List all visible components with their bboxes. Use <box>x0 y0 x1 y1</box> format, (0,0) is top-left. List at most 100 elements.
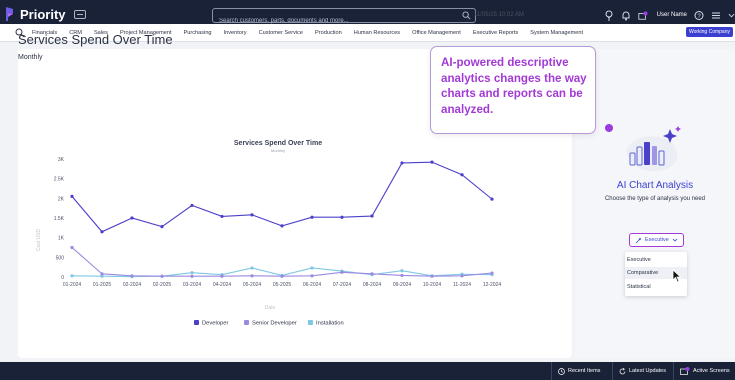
ai-panel-title: AI Chart Analysis <box>616 180 694 191</box>
menu-toggle-icon[interactable] <box>73 9 86 19</box>
data-point[interactable] <box>400 269 404 273</box>
menu-item-human-resources[interactable]: Human Resources <box>354 30 400 36</box>
x-tick-label: 07-2024 <box>333 282 352 288</box>
menu-item-inventory[interactable]: Inventory <box>224 30 247 36</box>
chevron-down-icon <box>672 238 678 242</box>
latest-updates-button[interactable]: Latest Updates <box>612 362 666 380</box>
y-tick-label: 3K <box>58 157 65 163</box>
data-point[interactable] <box>190 271 194 275</box>
help-icon[interactable]: ? <box>694 10 704 21</box>
data-point[interactable] <box>430 160 434 164</box>
data-point[interactable] <box>370 272 374 276</box>
analysis-type-select[interactable]: Executive <box>629 233 684 247</box>
data-point[interactable] <box>430 274 434 278</box>
menu-item-office-management[interactable]: Office Management <box>412 30 461 36</box>
menu-item-system-management[interactable]: System Management <box>530 30 583 36</box>
data-point[interactable] <box>490 197 494 201</box>
y-tick-label: 2K <box>58 196 65 202</box>
legend-label[interactable]: Senior Developer <box>252 321 297 327</box>
data-point[interactable] <box>160 274 164 278</box>
search-icon[interactable] <box>462 11 471 20</box>
legend-label[interactable]: Developer <box>202 321 228 327</box>
x-tick-label: 05-2025 <box>273 282 292 288</box>
data-point[interactable] <box>280 224 284 228</box>
working-company-button[interactable]: Working Company <box>685 27 733 37</box>
data-point[interactable] <box>280 274 284 278</box>
hamburger-menu-icon[interactable] <box>711 10 721 21</box>
menu-item-production[interactable]: Production <box>315 30 342 36</box>
chart-subtitle: Monthly <box>271 148 285 153</box>
data-point[interactable] <box>250 266 254 270</box>
x-axis-label: Date <box>265 305 276 311</box>
x-tick-label: 06-2024 <box>303 282 322 288</box>
priority-logo-icon <box>6 7 13 21</box>
data-point[interactable] <box>310 266 314 270</box>
data-point[interactable] <box>250 274 254 278</box>
data-point[interactable] <box>220 214 224 219</box>
data-point[interactable] <box>220 274 224 278</box>
recent-items-button[interactable]: Recent Items <box>551 362 600 380</box>
data-point[interactable] <box>370 214 374 218</box>
y-tick-label: 500 <box>56 255 65 261</box>
selected-analysis-type: Executive <box>645 237 669 243</box>
callout-text: AI-powered descriptive analytics changes… <box>441 56 587 116</box>
data-point[interactable] <box>400 161 404 165</box>
data-point[interactable] <box>100 230 104 234</box>
menu-item-customer-service[interactable]: Customer Service <box>259 30 303 36</box>
top-right-toolbar: User Name ? <box>604 8 735 22</box>
data-point[interactable] <box>400 273 404 278</box>
legend-label[interactable]: Installation <box>316 321 344 327</box>
active-screens-button[interactable]: Active Screens <box>673 362 735 380</box>
x-tick-label: 04-2024 <box>213 282 232 288</box>
y-tick-label: 0 <box>61 275 64 281</box>
bottom-bar: Recent Items Latest Updates Active Scree… <box>0 362 735 380</box>
global-search[interactable] <box>212 8 476 28</box>
data-point[interactable] <box>460 173 464 177</box>
legend-swatch <box>244 320 249 325</box>
y-tick-label: 1.5K <box>54 216 65 222</box>
bell-icon[interactable] <box>621 10 631 21</box>
app-name: Priority <box>20 6 66 22</box>
clock-icon <box>558 367 565 375</box>
data-point[interactable] <box>340 215 344 219</box>
lightbulb-icon[interactable] <box>604 10 614 21</box>
data-point[interactable] <box>130 274 134 278</box>
ai-chart-illustration-icon <box>626 126 681 172</box>
refresh-icon <box>619 367 626 374</box>
x-tick-label: 08-2024 <box>363 282 382 288</box>
data-point[interactable] <box>490 271 494 275</box>
page-title: Services Spend Over Time <box>18 32 173 47</box>
mouse-cursor-icon <box>672 269 682 283</box>
chevron-down-icon[interactable] <box>728 10 735 21</box>
x-tick-label: 02-2024 <box>123 282 142 288</box>
chart-title: Services Spend Over Time <box>234 140 322 147</box>
user-name[interactable]: User Name <box>657 12 687 18</box>
data-point[interactable] <box>70 245 74 250</box>
brand[interactable]: Priority <box>4 6 86 22</box>
x-tick-label: 10-2024 <box>423 282 442 288</box>
x-tick-label: 05-2024 <box>243 282 262 288</box>
data-point[interactable] <box>340 270 344 274</box>
data-point[interactable] <box>100 272 104 276</box>
data-point[interactable] <box>70 194 74 198</box>
data-point[interactable] <box>310 215 314 219</box>
data-point[interactable] <box>460 274 464 278</box>
messages-icon[interactable] <box>638 10 648 21</box>
y-tick-label: 1K <box>58 236 65 242</box>
y-axis-label: Cost USD <box>36 229 42 252</box>
data-point[interactable] <box>190 274 194 278</box>
menu-item-purchasing[interactable]: Purchasing <box>184 30 212 36</box>
x-tick-label: 12-2024 <box>483 282 502 288</box>
menu-item-executive-reports[interactable]: Executive Reports <box>473 30 518 36</box>
data-point[interactable] <box>310 274 314 278</box>
data-point[interactable] <box>250 213 254 217</box>
option-executive[interactable]: Executive <box>625 254 687 266</box>
data-point[interactable] <box>190 203 194 208</box>
page-subtitle: Monthly <box>18 54 43 61</box>
data-point[interactable] <box>130 216 134 220</box>
x-tick-label: 11-2024 <box>453 282 471 288</box>
data-point[interactable] <box>160 225 164 229</box>
data-point[interactable] <box>70 274 74 278</box>
ai-callout: AI-powered descriptive analytics changes… <box>430 46 596 134</box>
x-tick-label: 02-2025 <box>153 282 172 288</box>
